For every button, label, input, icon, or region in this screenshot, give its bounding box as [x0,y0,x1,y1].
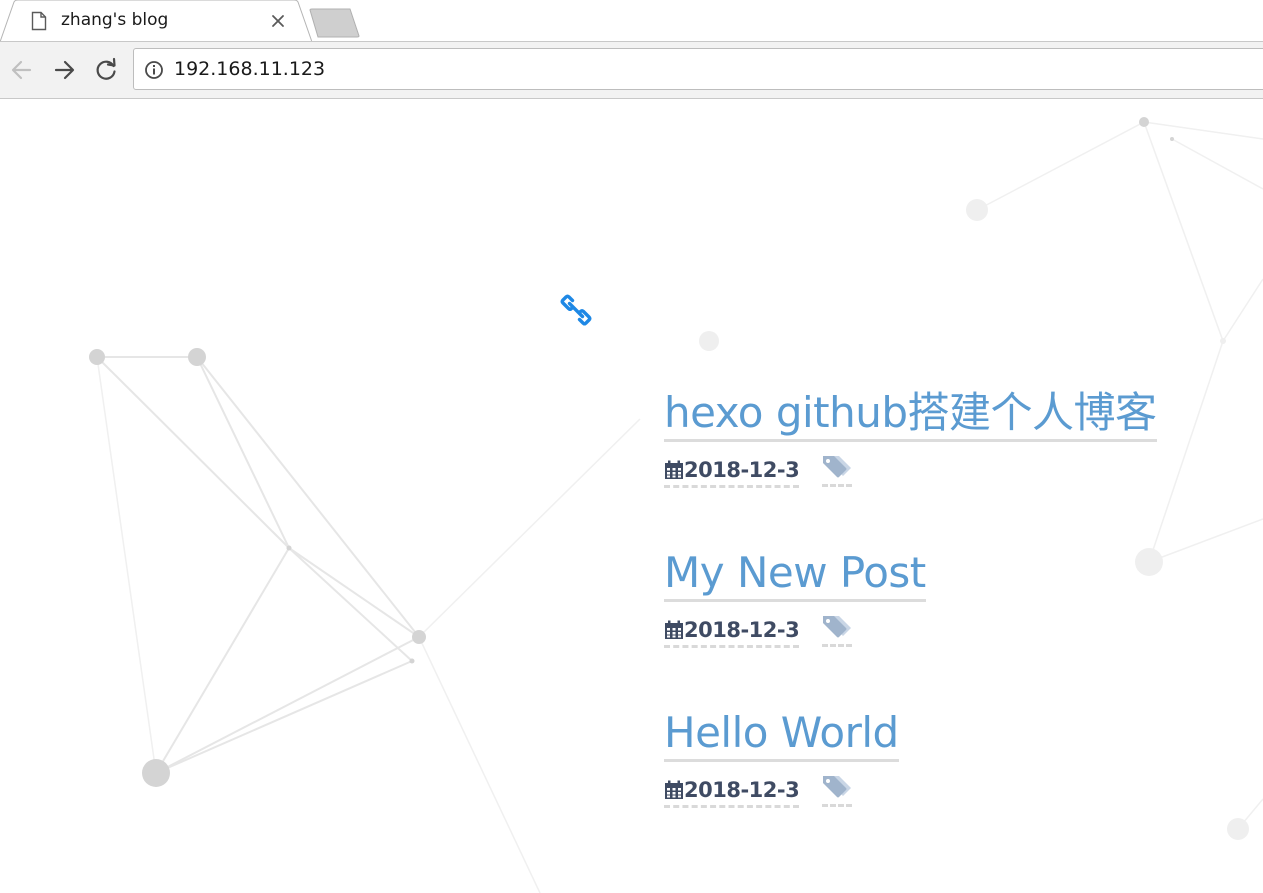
address-bar[interactable]: 192.168.11.123 [133,48,1263,90]
tags-icon [822,454,852,480]
post-tags[interactable] [822,614,852,647]
new-tab-icon[interactable] [306,8,362,38]
info-icon[interactable] [144,60,164,80]
post-date-text: 2018-12-3 [684,618,800,642]
url-text[interactable]: 192.168.11.123 [174,58,325,80]
tags-icon [822,774,852,800]
post-date-text: 2018-12-3 [684,778,800,802]
close-icon[interactable] [268,11,288,31]
reload-icon[interactable] [92,56,120,84]
tab-title: zhang's blog [61,10,169,30]
post-meta: 2018-12-3 [664,456,1157,488]
tab-active[interactable]: zhang's blog [0,0,312,42]
post-date-text: 2018-12-3 [684,458,800,482]
post-title-link[interactable]: hexo github搭建个人博客 [664,387,1157,442]
post-meta: 2018-12-3 [664,616,926,648]
page-viewport: hexo github搭建个人博客 2018-12-3 My New Post … [0,99,1263,893]
post-date[interactable]: 2018-12-3 [664,778,800,808]
tags-icon [822,614,852,640]
calendar-icon [664,620,684,640]
post-item: Hello World 2018-12-3 [664,707,899,808]
post-date[interactable]: 2018-12-3 [664,618,800,648]
post-item: hexo github搭建个人博客 2018-12-3 [664,387,1157,488]
browser-toolbar: 192.168.11.123 [0,42,1263,99]
browser-window: zhang's blog 192.168.11.123 hexo github搭… [0,0,1263,893]
post-title-link[interactable]: Hello World [664,707,899,762]
post-title-link[interactable]: My New Post [664,547,926,602]
post-item: My New Post 2018-12-3 [664,547,926,648]
post-date[interactable]: 2018-12-3 [664,458,800,488]
post-tags[interactable] [822,774,852,807]
post-meta: 2018-12-3 [664,776,899,808]
document-icon [31,11,47,31]
tab-strip: zhang's blog [0,0,1263,42]
calendar-icon [664,460,684,480]
link-icon[interactable] [560,294,592,326]
forward-arrow-icon[interactable] [50,56,78,84]
post-tags[interactable] [822,454,852,487]
particle-background [89,117,1263,893]
back-arrow-icon[interactable] [8,56,36,84]
calendar-icon [664,780,684,800]
